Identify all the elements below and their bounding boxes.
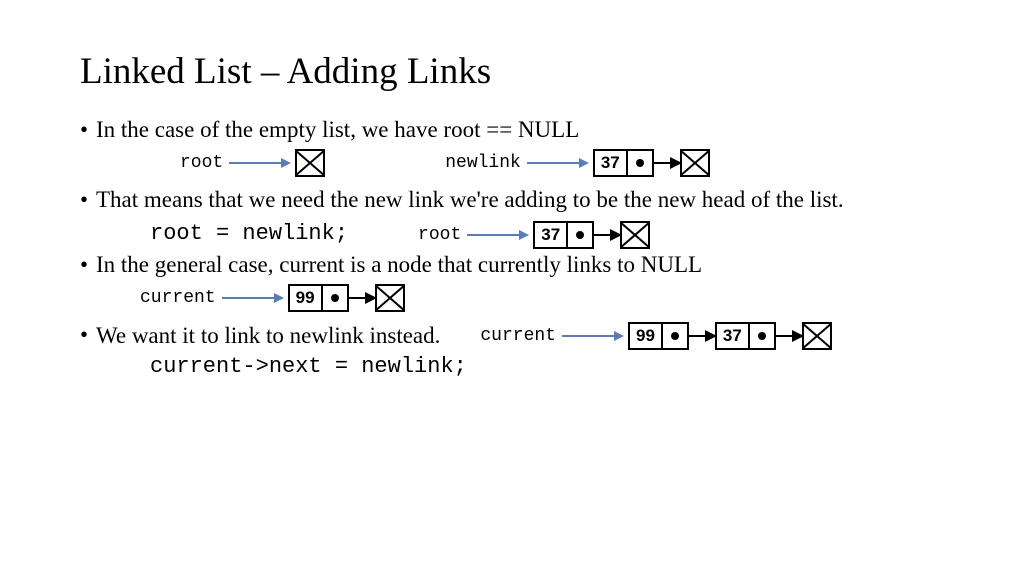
code-line-2: current->next = newlink;	[150, 354, 944, 379]
node-value: 99	[630, 324, 663, 348]
diagram-row-3: current 99	[140, 284, 944, 312]
node-37-b: 37	[533, 221, 594, 249]
bullet-1: In the case of the empty list, we have r…	[80, 117, 944, 143]
current-label-2: current	[480, 326, 556, 346]
bullet-1-text: In the case of the empty list, we have r…	[96, 117, 579, 142]
root-null-group: root	[180, 149, 325, 177]
diagram-row-1: root newlink 37	[180, 149, 944, 177]
arrow-icon	[229, 162, 289, 164]
pointer-dot-icon	[663, 324, 687, 348]
current-99-37-group: current 99 37	[480, 322, 831, 350]
null-box-icon	[802, 322, 832, 350]
code-line-1: root = newlink;	[150, 221, 348, 246]
bullet-4: We want it to link to newlink instead. c…	[80, 322, 944, 350]
current-99-group: current 99	[140, 284, 405, 312]
pointer-dot-icon	[568, 223, 592, 247]
pointer-dot-icon	[750, 324, 774, 348]
node-value: 99	[290, 286, 323, 310]
bullet-3-text: In the general case, current is a node t…	[96, 252, 702, 277]
slide-title: Linked List – Adding Links	[80, 50, 944, 93]
arrow-icon	[527, 162, 587, 164]
arrow-icon	[222, 297, 282, 299]
null-box-icon	[620, 221, 650, 249]
node-99: 99	[288, 284, 349, 312]
arrow-icon	[594, 234, 620, 236]
bullet-2: That means that we need the new link we'…	[80, 187, 944, 213]
null-box-icon	[375, 284, 405, 312]
node-value: 37	[535, 223, 568, 247]
node-value: 37	[717, 324, 750, 348]
root-label: root	[180, 153, 223, 173]
bullet-2-text: That means that we need the new link we'…	[96, 187, 844, 212]
node-value: 37	[595, 151, 628, 175]
root-37-group: root 37	[418, 221, 650, 249]
current-label: current	[140, 288, 216, 308]
arrow-icon	[689, 335, 715, 337]
slide: Linked List – Adding Links In the case o…	[0, 0, 1024, 576]
arrow-icon	[776, 335, 802, 337]
node-37: 37	[593, 149, 654, 177]
pointer-dot-icon	[628, 151, 652, 175]
newlink-label: newlink	[445, 153, 521, 173]
arrow-icon	[467, 234, 527, 236]
root-label-2: root	[418, 225, 461, 245]
node-37-c: 37	[715, 322, 776, 350]
bullet-4-text: We want it to link to newlink instead.	[96, 323, 440, 349]
null-box-icon	[295, 149, 325, 177]
arrow-icon	[349, 297, 375, 299]
content-list: In the case of the empty list, we have r…	[80, 117, 944, 379]
arrow-icon	[562, 335, 622, 337]
bullet-3: In the general case, current is a node t…	[80, 252, 944, 278]
code-row-1-container: root = newlink; root 37	[80, 217, 944, 252]
pointer-dot-icon	[323, 286, 347, 310]
arrow-icon	[654, 162, 680, 164]
newlink-37-group: newlink 37	[445, 149, 710, 177]
node-99-b: 99	[628, 322, 689, 350]
null-box-icon	[680, 149, 710, 177]
